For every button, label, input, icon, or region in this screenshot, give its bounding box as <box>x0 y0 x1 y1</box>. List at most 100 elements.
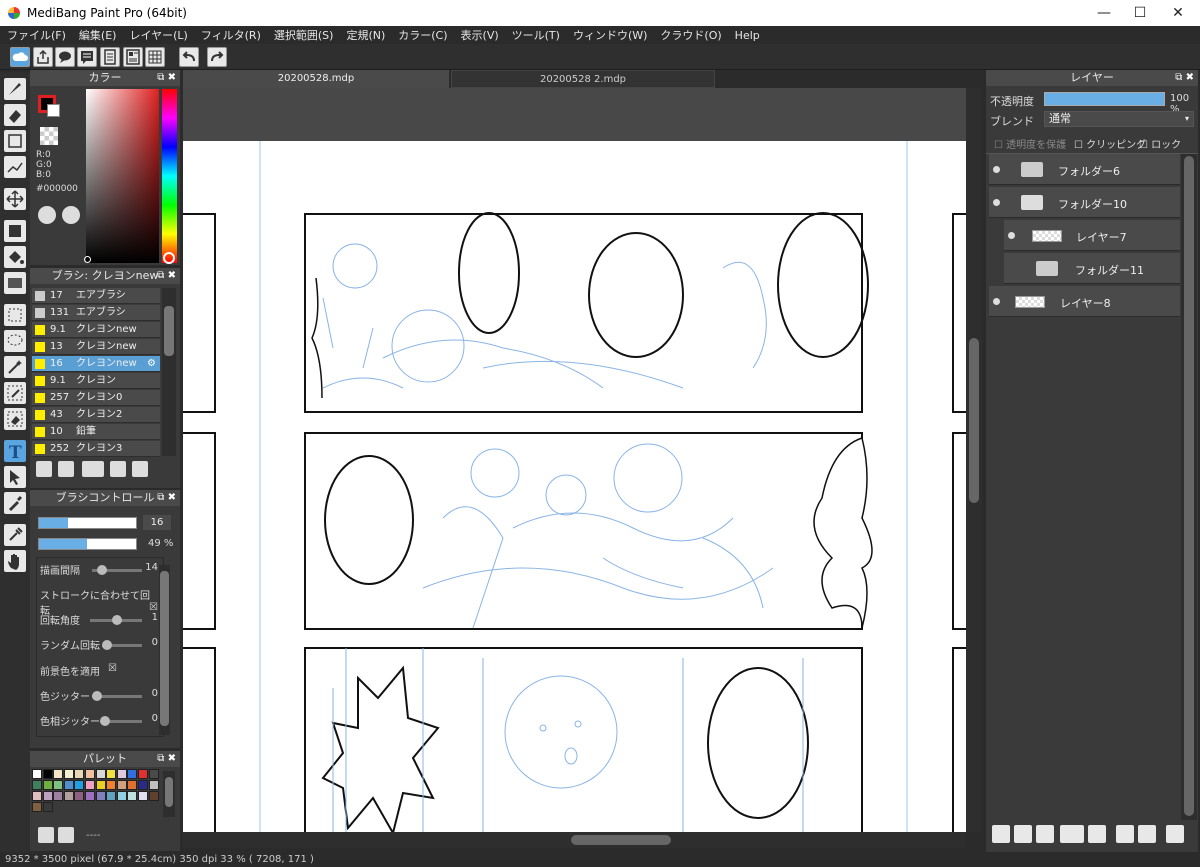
menu-select[interactable]: 選択範囲(S) <box>267 26 340 43</box>
palette-swatch[interactable] <box>138 769 148 779</box>
brush-list-scrollbar[interactable] <box>162 288 176 456</box>
brush-opacity-bar[interactable] <box>38 538 137 550</box>
layer-row-folder[interactable]: フォルダー11 <box>1004 253 1180 284</box>
rotation-slider[interactable] <box>90 615 142 625</box>
lasso-tool-icon[interactable] <box>4 330 26 352</box>
bucket-tool-icon[interactable] <box>4 246 26 268</box>
brush-add-cloud-icon[interactable] <box>36 461 52 477</box>
brush-item[interactable]: 17 エアブラシ <box>32 288 160 304</box>
eraser-tool-icon[interactable] <box>4 104 26 126</box>
line-tool-icon[interactable] <box>4 156 26 178</box>
delete-layer-icon[interactable] <box>1166 825 1184 843</box>
rectangle-tool-icon[interactable] <box>4 130 26 152</box>
brush-item[interactable]: 13 クレヨンnew <box>32 339 160 355</box>
palette-swatch[interactable] <box>32 780 42 790</box>
palette-swatch[interactable] <box>42 769 53 779</box>
palette-swatch[interactable] <box>42 791 53 801</box>
close-button[interactable]: ✕ <box>1156 0 1200 26</box>
palette-swatch[interactable] <box>148 780 159 790</box>
layer-opacity-bar[interactable] <box>1044 92 1165 106</box>
layer-row-layer[interactable]: レイヤー8 <box>989 286 1180 317</box>
palette-swatch[interactable] <box>85 791 95 801</box>
palette-add-icon[interactable] <box>38 206 56 224</box>
menu-layer[interactable]: レイヤー(L) <box>122 26 193 43</box>
slider-knob[interactable] <box>92 691 102 701</box>
lock-checkbox[interactable]: ☐ ロック <box>1139 136 1181 151</box>
canvas-vscroll-thumb[interactable] <box>969 338 979 503</box>
palette-scrollbar[interactable] <box>163 771 175 817</box>
gradient-tool-icon[interactable] <box>4 272 26 294</box>
grid-settings-icon[interactable] <box>145 47 165 67</box>
page-icon[interactable] <box>100 47 120 67</box>
brush-item[interactable]: 43 クレヨン2 <box>32 407 160 423</box>
palette-swatch[interactable] <box>138 791 148 801</box>
select-eraser-tool-icon[interactable] <box>4 408 26 430</box>
layer-row-folder[interactable]: フォルダー10 <box>989 187 1180 218</box>
menu-filter[interactable]: フィルタ(R) <box>194 26 267 43</box>
add-layer-dropdown-icon[interactable] <box>1060 825 1084 843</box>
move-tool-icon[interactable] <box>4 188 26 210</box>
fill-rect-tool-icon[interactable] <box>4 220 26 242</box>
palette-swatch[interactable] <box>74 780 85 790</box>
tab-document-2[interactable]: 20200528 2.mdp <box>451 70 715 88</box>
duplicate-layer-icon[interactable] <box>1116 825 1134 843</box>
panel-window-icons[interactable]: ⧉ ✖ <box>157 751 176 767</box>
hand-tool-icon[interactable] <box>4 550 26 572</box>
select-rect-tool-icon[interactable] <box>4 304 26 326</box>
brush-size-value[interactable]: 16 <box>143 515 171 530</box>
palette-swatch[interactable] <box>74 769 85 779</box>
cloud-icon[interactable] <box>10 47 30 67</box>
layer-scroll-thumb[interactable] <box>1184 156 1194 816</box>
comment-icon[interactable] <box>55 47 75 67</box>
visibility-eye-icon[interactable] <box>993 199 1000 206</box>
palette-swatch[interactable] <box>116 769 127 779</box>
canvas-vertical-scrollbar[interactable] <box>966 88 982 832</box>
redo-icon[interactable] <box>207 47 227 67</box>
foreground-checkbox[interactable]: ☒ <box>108 663 117 674</box>
slider-knob[interactable] <box>112 615 122 625</box>
brush-new-icon[interactable] <box>58 461 74 477</box>
new-layer-icon[interactable] <box>992 825 1010 843</box>
brush-settings-gear-icon[interactable]: ⚙ <box>147 356 156 372</box>
palette-swatch[interactable] <box>53 791 64 801</box>
palette-scroll-thumb[interactable] <box>165 777 173 807</box>
manga-page-canvas[interactable] <box>183 88 966 832</box>
brush-item[interactable]: 10 鉛筆 <box>32 424 160 440</box>
palette-remove-icon[interactable] <box>62 206 80 224</box>
palette-swatch[interactable] <box>148 769 159 779</box>
panel-window-icons[interactable]: ⧉ ✖ <box>1175 70 1194 86</box>
brush-export-icon[interactable] <box>110 461 126 477</box>
brush-add-dropdown-icon[interactable] <box>82 461 104 477</box>
brush-item[interactable]: 252 クレヨン3 <box>32 441 160 457</box>
palette-swatch[interactable] <box>95 780 106 790</box>
palette-new-icon[interactable] <box>38 827 54 843</box>
hue-slider[interactable] <box>162 89 177 263</box>
background-color-swatch[interactable] <box>47 104 60 117</box>
brush-item-selected[interactable]: 16 クレヨンnew ⚙ <box>32 356 160 372</box>
panel-window-icons[interactable]: ⧉ ✖ <box>157 268 176 284</box>
brush-list-scroll-thumb[interactable] <box>164 306 174 356</box>
palette-swatch[interactable] <box>85 769 95 779</box>
operation-tool-icon[interactable] <box>4 466 26 488</box>
hue-jitter-slider[interactable] <box>100 716 142 726</box>
palette-swatch[interactable] <box>148 791 159 801</box>
text-tool-icon[interactable]: T <box>4 440 26 463</box>
eyedropper-tool-icon[interactable] <box>4 524 26 546</box>
layer-row-layer[interactable]: レイヤー7 <box>1004 220 1180 251</box>
menu-tool[interactable]: ツール(T) <box>505 26 566 43</box>
share-icon[interactable] <box>33 47 53 67</box>
menu-file[interactable]: ファイル(F) <box>0 26 72 43</box>
brush-item[interactable]: 9.1 クレヨンnew <box>32 322 160 338</box>
protect-alpha-checkbox[interactable]: ☐ 透明度を保護 <box>994 136 1066 151</box>
palette-swatch[interactable] <box>127 769 138 779</box>
palette-swatch[interactable] <box>32 769 42 779</box>
palette-swatch[interactable] <box>32 791 42 801</box>
palette-swatch[interactable] <box>74 791 85 801</box>
canvas-horizontal-scrollbar[interactable] <box>183 832 966 848</box>
panel-window-icons[interactable]: ⧉ ✖ <box>157 490 176 506</box>
brush-item[interactable]: 9.1 クレヨン <box>32 373 160 389</box>
palette-swatch[interactable] <box>106 791 117 801</box>
tab-document-1[interactable]: 20200528.mdp <box>183 70 449 88</box>
palette-delete-icon[interactable] <box>58 827 74 843</box>
menu-edit[interactable]: 編集(E) <box>72 26 123 43</box>
